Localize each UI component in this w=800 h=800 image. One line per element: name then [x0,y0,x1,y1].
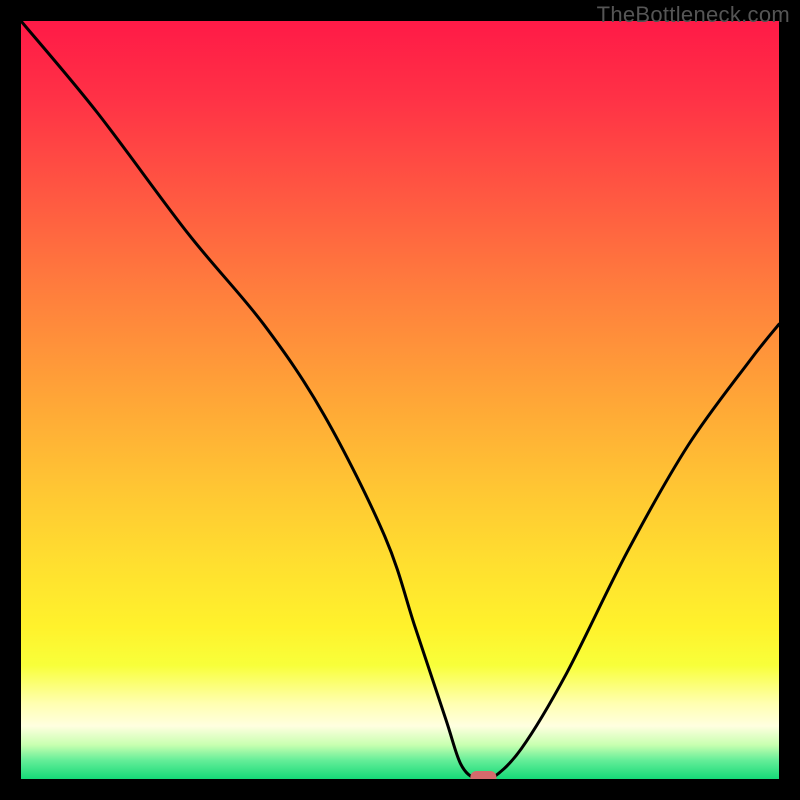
optimum-marker [470,771,496,779]
chart-svg [21,21,779,779]
gradient-background [21,21,779,779]
plot-area [21,21,779,779]
watermark-text: TheBottleneck.com [597,2,790,28]
chart-frame: TheBottleneck.com [0,0,800,800]
